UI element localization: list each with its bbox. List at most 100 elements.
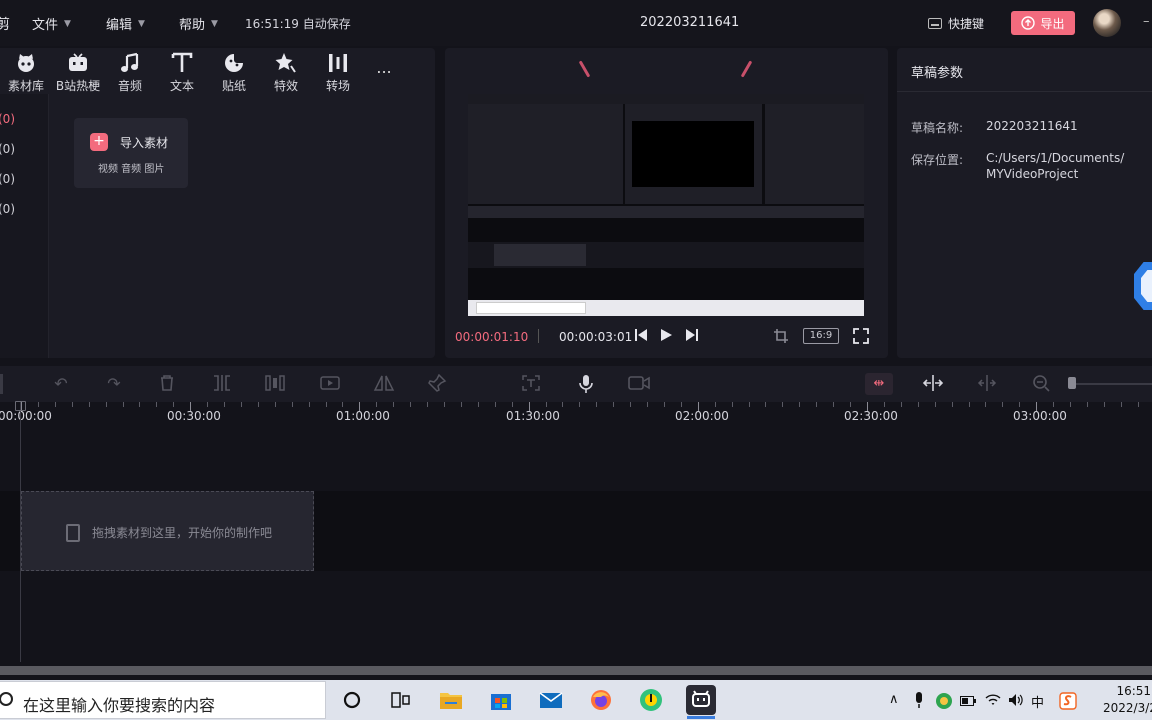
transition-icon [327,52,349,74]
shortcut-button[interactable]: 快捷键 [928,15,984,32]
ruler-tick [173,402,175,407]
video-editor-app: 剪 文件 ▼ 编辑 ▼ 帮助 ▼ 16:51:19 自动保存 202203211… [0,0,1152,680]
preview-canvas[interactable] [468,94,864,316]
timeline-scrollbar[interactable] [0,666,1152,675]
camera-record-icon[interactable] [628,374,650,392]
ruler-tick [54,402,56,407]
tool-sticker[interactable]: 贴纸 [208,48,260,94]
draft-name-value: 202203211641 [986,119,1078,133]
ruler-tick [494,402,496,407]
firefox-icon[interactable] [589,688,613,712]
sogou-ime-icon[interactable] [1059,692,1077,710]
more-tools-button[interactable]: ... [364,48,404,94]
redo-icon[interactable]: ↷ [103,374,125,393]
clock-date: 2022/3/21 [1103,701,1152,715]
ime-indicator[interactable]: 中 [1031,692,1044,711]
microphone-tray-icon[interactable] [914,692,924,708]
ruler-tick [782,402,784,407]
tool-transition[interactable]: 转场 [312,48,364,94]
task-view-icon[interactable] [389,688,413,712]
category-count[interactable]: (0) [0,202,15,216]
chevron-up-icon[interactable]: ∧ [889,692,899,707]
cat-face-icon [15,52,37,74]
ruler-tick [325,402,327,407]
ruler-tick [1086,402,1088,407]
ruler-tick [985,402,987,407]
file-explorer-icon[interactable] [439,688,463,712]
ruler-tick [240,402,242,407]
mirror-icon[interactable] [373,374,395,392]
ruler-tick [1120,402,1122,407]
skip-forward-icon[interactable] [685,328,699,342]
reverse-icon[interactable] [320,374,342,392]
plus-icon: + [90,133,108,151]
magnet-snap-icon[interactable]: ⇹ [865,373,893,395]
undo-icon[interactable]: ↶ [50,374,72,393]
crop-icon[interactable] [773,328,789,344]
skip-back-icon[interactable] [634,328,648,342]
tool-audio[interactable]: 音频 [104,48,156,94]
tool-label: 特效 [273,79,298,93]
wifi-icon[interactable] [985,692,1001,708]
export-button[interactable]: 导出 [1011,11,1075,35]
system-clock[interactable]: 16:51 2022/3/21 [1103,683,1152,717]
ruler-tick [630,402,632,407]
zoom-out-icon[interactable] [1032,374,1054,392]
ruler-tick [122,402,124,407]
zoom-slider-track[interactable] [1072,383,1152,385]
minimize-icon[interactable]: – [1143,14,1150,29]
category-count[interactable]: (0) [0,112,15,126]
volume-icon[interactable] [1007,692,1023,708]
linkage-icon[interactable] [922,374,944,392]
split-icon[interactable] [212,374,234,392]
menu-file[interactable]: 文件 ▼ [32,14,71,33]
drop-zone[interactable]: 拖拽素材到这里，开始你的制作吧 [21,491,314,571]
tool-text[interactable]: 文本 [156,48,208,94]
import-media-card[interactable]: + 导入素材 视频 音频 图片 [74,118,188,188]
app-tray-icon[interactable] [935,692,953,710]
ruler-label: 01:30:00 [506,409,560,423]
timeline-ruler[interactable]: 00:00:00 00:30:00 01:00:00 01:30:00 02:0… [0,402,1152,424]
playhead[interactable] [20,402,21,662]
save-location-line: C:/Users/1/Documents/ [986,151,1125,165]
cortana-icon[interactable] [341,688,365,712]
sticker-icon [223,52,245,74]
ruler-tick [1002,402,1004,407]
ruler-tick [917,402,919,407]
user-avatar[interactable] [1093,9,1121,37]
menu-edit-label: 编辑 [106,18,133,33]
preview-axis-icon[interactable] [976,374,998,392]
store-icon[interactable] [489,688,513,712]
video-editor-taskbar-icon[interactable] [686,685,716,715]
search-placeholder: 在这里输入你要搜索的内容 [23,696,216,715]
delete-icon[interactable] [158,374,180,392]
preview-marker [740,60,753,78]
ruler-tick [900,402,902,407]
category-count[interactable]: (0) [0,142,15,156]
menu-edit[interactable]: 编辑 ▼ [106,14,145,33]
tool-effects[interactable]: 特效 [260,48,312,94]
freeze-frame-icon[interactable] [265,374,287,392]
fullscreen-icon[interactable] [853,328,869,344]
mail-icon[interactable] [539,688,563,712]
tool-media-library[interactable]: 素材库 [0,48,52,94]
battery-icon[interactable] [960,695,976,707]
aspect-ratio-button[interactable]: 16:9 [803,328,839,344]
zoom-slider-handle[interactable] [1068,377,1076,389]
microphone-icon[interactable] [576,374,598,394]
pin-icon[interactable] [428,374,450,392]
import-title: 导入素材 [120,136,169,150]
tool-bilibili[interactable]: B站热梗 [52,48,104,94]
auto-caption-icon[interactable] [521,374,543,392]
ruler-tick [528,402,530,411]
tool-label: 文本 [169,79,194,93]
qq-music-icon[interactable] [639,688,663,712]
text-t-icon [171,52,193,74]
play-icon[interactable] [659,328,673,342]
category-count[interactable]: (0) [0,172,15,186]
ruler-tick [680,402,682,407]
taskbar-search[interactable]: 在这里输入你要搜索的内容 [0,681,326,719]
menu-help[interactable]: 帮助 ▼ [179,14,218,33]
film-strip-icon [66,524,80,542]
playhead-handle[interactable] [15,401,26,411]
